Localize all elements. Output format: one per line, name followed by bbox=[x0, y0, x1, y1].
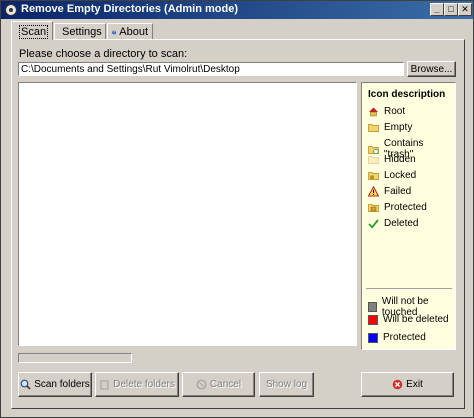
legend-item-root: Root bbox=[368, 106, 405, 117]
maximize-button[interactable]: □ bbox=[444, 3, 458, 16]
app-window: Remove Empty Directories (Admin mode) _ … bbox=[0, 0, 474, 418]
root-icon bbox=[369, 107, 378, 117]
tab-settings-label: Settings bbox=[62, 26, 102, 38]
scan-folders-label: Scan folders bbox=[34, 379, 90, 390]
legend-color-protected: Protected bbox=[368, 332, 426, 343]
scan-folders-button[interactable]: Scan folders bbox=[18, 372, 92, 397]
legend-item-protected: Protected bbox=[368, 202, 427, 213]
cancel-label: Cancel bbox=[209, 379, 242, 390]
legend-title: Icon description bbox=[368, 89, 446, 100]
title-bar[interactable]: Remove Empty Directories (Admin mode) _ … bbox=[1, 1, 473, 19]
legend-item-hidden: Hidden bbox=[368, 154, 416, 165]
legend-item-failed: Failed bbox=[368, 186, 411, 197]
browse-button[interactable]: Browse... bbox=[407, 61, 456, 77]
blue-swatch bbox=[368, 332, 378, 343]
tab-about-label: About bbox=[119, 26, 148, 38]
legend-divider bbox=[366, 288, 452, 289]
legend-item-deleted: Deleted bbox=[368, 218, 418, 229]
window-title: Remove Empty Directories (Admin mode) bbox=[21, 3, 238, 15]
exit-label: Exit bbox=[406, 379, 423, 390]
legend-item-locked: Locked bbox=[368, 170, 416, 181]
exit-icon bbox=[392, 379, 403, 390]
protected-folder-icon bbox=[368, 204, 379, 212]
checkmark-icon bbox=[368, 219, 379, 229]
magnifier-icon bbox=[20, 379, 31, 390]
scan-progress-bar bbox=[18, 353, 132, 363]
legend-label: Hidden bbox=[384, 154, 416, 165]
empty-folder-icon bbox=[368, 124, 379, 132]
app-icon bbox=[5, 4, 17, 16]
legend-label: Empty bbox=[384, 122, 413, 133]
delete-folders-button[interactable]: Delete folders bbox=[95, 372, 179, 397]
failed-icon bbox=[368, 186, 379, 197]
tab-scan[interactable]: Scan bbox=[11, 21, 53, 40]
legend-label: Protected bbox=[384, 202, 427, 213]
exit-button[interactable]: Exit bbox=[361, 372, 454, 397]
svg-text:?: ? bbox=[113, 30, 115, 34]
cancel-button[interactable]: Cancel bbox=[182, 372, 255, 397]
show-log-label: Show log bbox=[265, 379, 308, 390]
minimize-button[interactable]: _ bbox=[430, 3, 444, 16]
folder-tree-view[interactable] bbox=[18, 82, 357, 346]
locked-folder-icon bbox=[368, 172, 379, 180]
legend-item-empty: Empty bbox=[368, 122, 412, 133]
close-button[interactable]: ✕ bbox=[458, 3, 472, 16]
legend-label: Root bbox=[384, 106, 406, 117]
tab-scan-label: Scan bbox=[19, 24, 49, 39]
legend-label: Failed bbox=[384, 186, 412, 197]
choose-directory-label: Please choose a directory to scan: bbox=[19, 48, 188, 60]
legend-label: Protected bbox=[383, 332, 426, 343]
cancel-icon bbox=[196, 379, 207, 390]
delete-folders-label: Delete folders bbox=[113, 379, 175, 390]
tab-settings[interactable]: Settings bbox=[54, 23, 106, 39]
legend-label: Locked bbox=[384, 170, 417, 181]
legend-color-deleted: Will be deleted bbox=[368, 314, 449, 325]
legend-label: Deleted bbox=[384, 218, 419, 229]
delete-icon bbox=[100, 380, 109, 390]
show-log-button[interactable]: Show log bbox=[259, 372, 314, 397]
icon-legend-panel: Icon description Root Empty Contains "tr… bbox=[361, 82, 456, 350]
help-icon: ? bbox=[112, 30, 117, 34]
browse-button-label: Browse... bbox=[410, 63, 453, 75]
hidden-folder-icon bbox=[368, 156, 379, 164]
legend-label: Will be deleted bbox=[383, 314, 449, 325]
gray-swatch bbox=[368, 302, 377, 312]
trash-folder-icon bbox=[368, 145, 379, 154]
red-swatch bbox=[368, 314, 378, 325]
directory-path-input[interactable] bbox=[18, 62, 404, 76]
tab-about[interactable]: ? About bbox=[107, 23, 153, 39]
